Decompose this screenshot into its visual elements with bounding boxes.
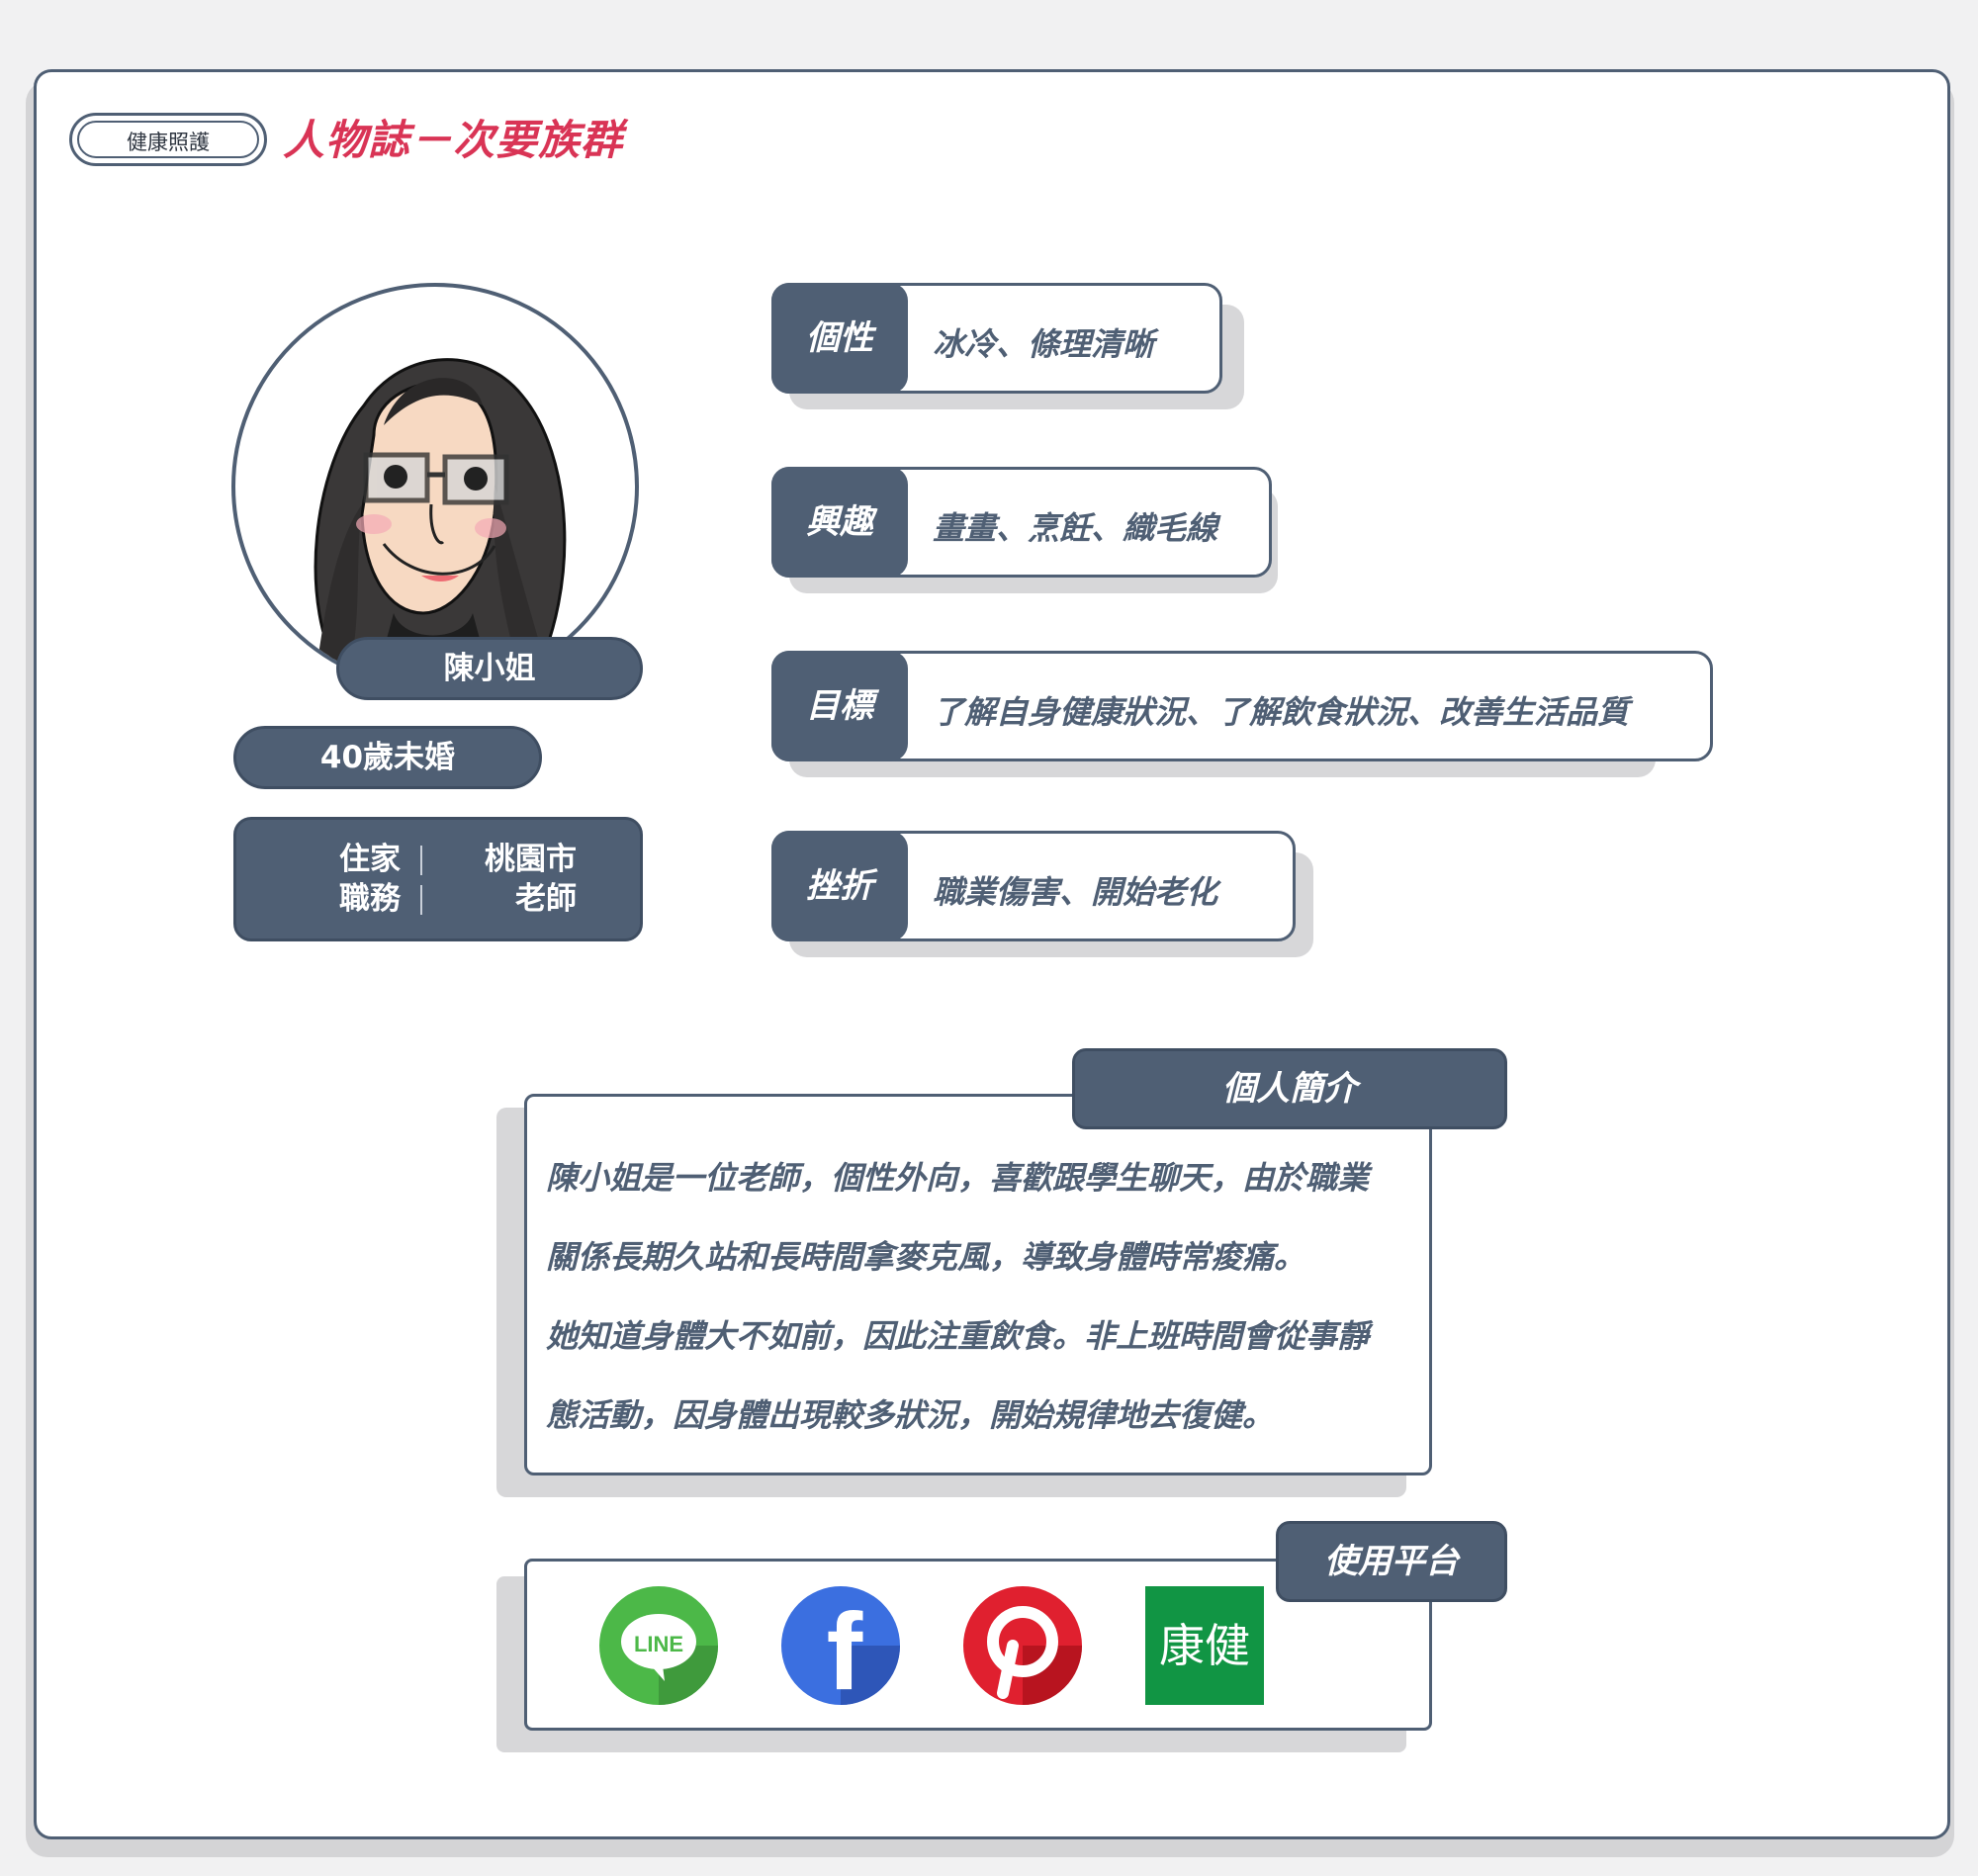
line-icon[interactable]: LINE	[599, 1586, 718, 1705]
divider	[420, 885, 422, 915]
persona-info: 住家 桃園市 職務 老師	[233, 817, 643, 941]
facebook-icon-text: f	[827, 1591, 863, 1705]
line-icon-text: LINE	[634, 1632, 683, 1656]
category-tag-label: 健康照護	[127, 131, 210, 154]
job-label: 職務	[339, 881, 401, 917]
trait-label: 興趣	[771, 467, 908, 578]
trait-value: 冰冷、條理清晰	[933, 325, 1155, 363]
trait-label: 個性	[771, 283, 908, 394]
persona-age: 40歲未婚	[233, 726, 542, 789]
bio-line: 態活動，因身體出現較多狀況，開始規律地去復健。	[546, 1396, 1275, 1434]
trait-label: 目標	[771, 651, 908, 761]
trait-interests: 興趣 畫畫、烹飪、織毛線	[771, 467, 1272, 578]
pinterest-icon[interactable]: p	[963, 1586, 1082, 1705]
pinterest-icon-text: p	[963, 1586, 964, 1587]
bio-title: 個人簡介	[1072, 1048, 1507, 1129]
trait-frustrations: 挫折 職業傷害、開始老化	[771, 831, 1296, 941]
avatar	[231, 283, 639, 690]
bio-line: 她知道身體大不如前，因此注重飲食。非上班時間會從事靜	[546, 1317, 1370, 1355]
trait-value: 了解自身健康狀況、了解飲食狀況、改善生活品質	[933, 693, 1630, 731]
facebook-icon[interactable]: f	[781, 1586, 900, 1713]
trait-label: 挫折	[771, 831, 908, 941]
bio-line: 關係長期久站和長時間拿麥克風，導致身體時常痠痛。	[546, 1238, 1306, 1276]
platforms-title: 使用平台	[1276, 1521, 1507, 1602]
trait-goals: 目標 了解自身健康狀況、了解飲食狀況、改善生活品質	[771, 651, 1713, 761]
kangjian-icon-text: 康健	[1159, 1619, 1250, 1672]
trait-value: 畫畫、烹飪、織毛線	[933, 509, 1218, 547]
woman-portrait-icon	[314, 358, 567, 686]
home-value: 桃園市	[485, 842, 577, 877]
bio-line: 陳小姐是一位老師，個性外向，喜歡跟學生聊天，由於職業	[546, 1159, 1370, 1197]
trait-value: 職業傷害、開始老化	[933, 873, 1218, 911]
job-row: 職務 老師	[236, 879, 640, 919]
home-row: 住家 桃園市	[236, 840, 640, 879]
page-title: 人物誌－次要族群	[283, 116, 624, 164]
persona-name: 陳小姐	[336, 637, 643, 700]
kangjian-icon[interactable]: 康健	[1145, 1586, 1264, 1705]
job-value: 老師	[515, 881, 577, 917]
category-tag: 健康照護	[69, 113, 267, 166]
home-label: 住家	[339, 842, 401, 877]
trait-personality: 個性 冰冷、條理清晰	[771, 283, 1222, 394]
divider	[420, 846, 422, 875]
